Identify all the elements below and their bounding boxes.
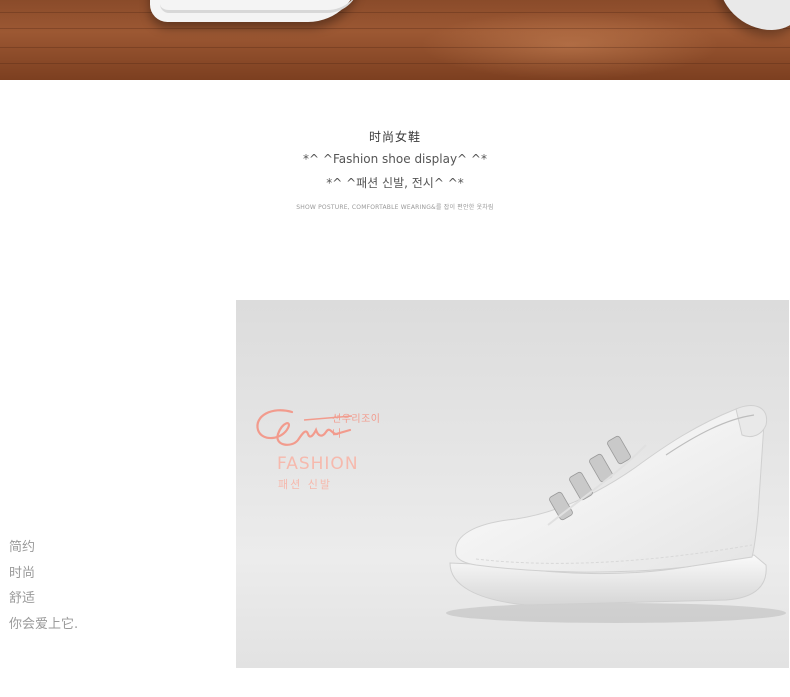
intro-section: 时尚女鞋 *^ ^Fashion shoe display^ ^* *^ ^패션… <box>0 128 790 211</box>
product-panel: 선우리조이니 FASHION 패션 신발 <box>236 300 789 668</box>
brand-fashion-korean: 패션 신발 <box>278 478 332 491</box>
side-text-line: 简约 <box>9 540 36 555</box>
side-text-line: 你会爱上它. <box>9 616 79 632</box>
brand-logo-text: 선우리조이니 <box>332 414 381 440</box>
side-text-line: 舒适 <box>9 591 36 606</box>
top-banner-image <box>0 0 790 80</box>
side-description: 简约 时尚 舒适 你会爱上它. <box>9 538 78 640</box>
brand-block: 선우리조이니 FASHION 패션 신발 <box>250 400 390 500</box>
subtitle-korean: *^ ^패션 신발, 전시^ ^* <box>326 176 464 190</box>
side-text-line: 时尚 <box>9 565 36 581</box>
section-title: 时尚女鞋 <box>368 130 421 144</box>
shoe-right-image <box>718 0 790 30</box>
tagline: SHOW POSTURE, COMFORTABLE WEARING&를 잡이 편… <box>296 204 494 211</box>
white-wedge-sneaker-image <box>446 405 786 623</box>
brand-fashion-label: FASHION <box>277 454 359 474</box>
subtitle-english: *^ ^Fashion shoe display^ ^* <box>303 152 487 166</box>
